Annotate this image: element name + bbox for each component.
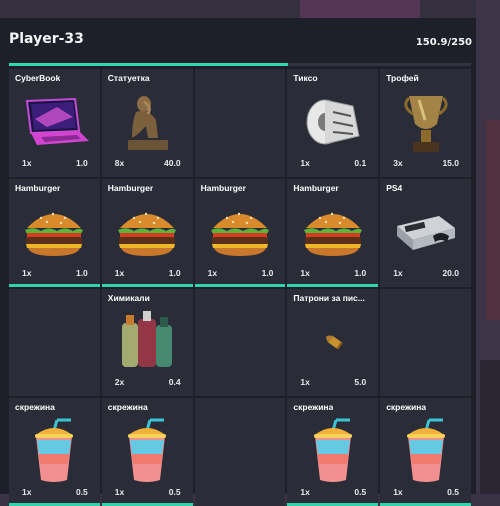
burger-icon bbox=[9, 197, 100, 267]
inventory-slot[interactable]: скрежина 1x 0.5 bbox=[9, 398, 100, 506]
slot-item-count: 1x bbox=[22, 267, 32, 278]
slot-item-name: Hamburger bbox=[15, 182, 61, 193]
burger-icon bbox=[102, 197, 193, 267]
slot-item-name: скрежина bbox=[386, 402, 427, 413]
inventory-slot[interactable]: CyberBook 1x 1.0 bbox=[9, 69, 100, 177]
laptop-icon bbox=[9, 87, 100, 157]
slot-durability-bar bbox=[9, 283, 100, 287]
slot-item-name: скрежина bbox=[15, 402, 55, 413]
inventory-slot[interactable]: Hamburger 1x 1.0 bbox=[101, 178, 193, 287]
inventory-slot[interactable]: Трофей 3x 15.0 bbox=[380, 69, 471, 177]
slot-item-count: 1x bbox=[393, 487, 403, 497]
slot-item-name: Химикали bbox=[107, 292, 150, 303]
inventory-slot[interactable]: Hamburger 1x 1.0 bbox=[287, 178, 379, 287]
slot-item-count: 1x bbox=[300, 377, 310, 388]
slot-item-weight: 0.5 bbox=[75, 487, 88, 497]
slushie-icon bbox=[102, 416, 193, 486]
slot-item-name: Трофей bbox=[386, 73, 419, 83]
inventory-slot[interactable]: Химикали 2x 0.4 bbox=[101, 288, 193, 397]
slot-item-weight: 15.0 bbox=[442, 157, 459, 168]
bullet-icon bbox=[287, 307, 378, 377]
slot-item-name: PS4 bbox=[386, 182, 403, 193]
inventory-slot[interactable]: скрежина 1x 0.5 bbox=[380, 398, 471, 506]
slot-durability-bar bbox=[101, 283, 193, 287]
slot-item-name: Hamburger bbox=[107, 182, 154, 193]
inventory-slot-empty[interactable] bbox=[194, 288, 286, 397]
slot-durability-bar bbox=[194, 283, 286, 287]
slot-item-weight: 5.0 bbox=[354, 377, 367, 388]
slot-item-weight: 0.5 bbox=[354, 487, 367, 497]
slot-item-count: 1x bbox=[300, 487, 310, 497]
slot-item-weight: 0.5 bbox=[168, 487, 181, 497]
slot-item-count: 1x bbox=[207, 267, 218, 278]
slot-item-weight: 0.5 bbox=[447, 487, 459, 497]
inventory-slot[interactable]: PS4 1x 20.0 bbox=[380, 178, 471, 287]
slot-item-name: скрежина bbox=[107, 402, 148, 413]
inventory-slot-empty[interactable] bbox=[194, 398, 286, 506]
slot-item-weight: 1.0 bbox=[75, 267, 88, 278]
slot-item-count: 3x bbox=[393, 157, 403, 168]
slot-item-name: скрежина bbox=[293, 402, 334, 413]
slot-item-weight: 20.0 bbox=[442, 267, 459, 278]
inventory-slot-empty[interactable] bbox=[380, 288, 471, 397]
inventory-slot-empty[interactable] bbox=[9, 288, 100, 397]
inventory-slot[interactable]: Патрони за пис... 1x 5.0 bbox=[287, 288, 379, 397]
trophy-icon bbox=[380, 87, 471, 157]
slot-item-name: Hamburger bbox=[293, 182, 339, 193]
slot-item-weight: 1.0 bbox=[168, 267, 181, 278]
slushie-icon bbox=[380, 416, 471, 486]
burger-icon bbox=[195, 197, 286, 267]
slot-item-count: 1x bbox=[300, 157, 310, 168]
slot-item-count: 1x bbox=[114, 487, 125, 497]
inventory-weight: 150.9/250 bbox=[415, 37, 472, 48]
inventory-panel: Player-33 150.9/250 CyberBook 1x 1.0 Стату… bbox=[0, 18, 476, 506]
burger-icon bbox=[287, 197, 378, 267]
slot-item-weight: 0.4 bbox=[168, 377, 181, 388]
slot-durability-bar bbox=[287, 283, 379, 287]
weight-bar bbox=[9, 63, 471, 66]
slot-item-weight: 40.0 bbox=[164, 157, 181, 168]
slot-item-count: 1x bbox=[22, 157, 32, 168]
slot-item-count: 2x bbox=[114, 377, 125, 388]
inventory-slot[interactable]: скрежина 1x 0.5 bbox=[101, 398, 193, 506]
inventory-slot[interactable]: Статуетка 8x 40.0 bbox=[101, 69, 193, 177]
statue-icon bbox=[102, 87, 193, 157]
console-icon bbox=[380, 197, 471, 267]
inventory-slot[interactable]: скрежина 1x 0.5 bbox=[287, 398, 379, 506]
slot-item-weight: 1.0 bbox=[75, 157, 88, 168]
tape-icon bbox=[287, 87, 378, 157]
inventory-slot[interactable]: Тиксо 1x 0.1 bbox=[287, 69, 379, 177]
slot-item-name: Тиксо bbox=[293, 73, 318, 83]
slot-item-count: 1x bbox=[300, 267, 310, 278]
inventory-grid: CyberBook 1x 1.0 Статуетка 8x 40.0 Тиксо 1x 0… bbox=[9, 69, 471, 506]
slot-item-count: 1x bbox=[22, 487, 32, 497]
slushie-icon bbox=[9, 416, 100, 486]
slot-item-weight: 1.0 bbox=[354, 267, 367, 278]
inventory-title: Player-33 bbox=[9, 31, 84, 47]
slot-item-name: Hamburger bbox=[200, 182, 246, 193]
slot-item-count: 1x bbox=[393, 267, 403, 278]
slot-item-weight: 1.0 bbox=[261, 267, 274, 278]
slot-item-name: Статуетка bbox=[107, 73, 150, 83]
slot-item-weight: 0.1 bbox=[354, 157, 367, 168]
inventory-slot[interactable]: Hamburger 1x 1.0 bbox=[194, 178, 286, 287]
slot-item-count: 8x bbox=[114, 157, 125, 168]
slushie-icon bbox=[287, 416, 378, 486]
chemicals-icon bbox=[102, 307, 193, 377]
slot-item-name: CyberBook bbox=[15, 73, 61, 83]
inventory-slot-empty[interactable] bbox=[194, 69, 286, 177]
inventory-slot[interactable]: Hamburger 1x 1.0 bbox=[9, 178, 100, 287]
slot-item-count: 1x bbox=[114, 267, 125, 278]
slot-item-name: Патрони за пис... bbox=[293, 292, 365, 303]
weight-bar-fill bbox=[9, 63, 288, 66]
